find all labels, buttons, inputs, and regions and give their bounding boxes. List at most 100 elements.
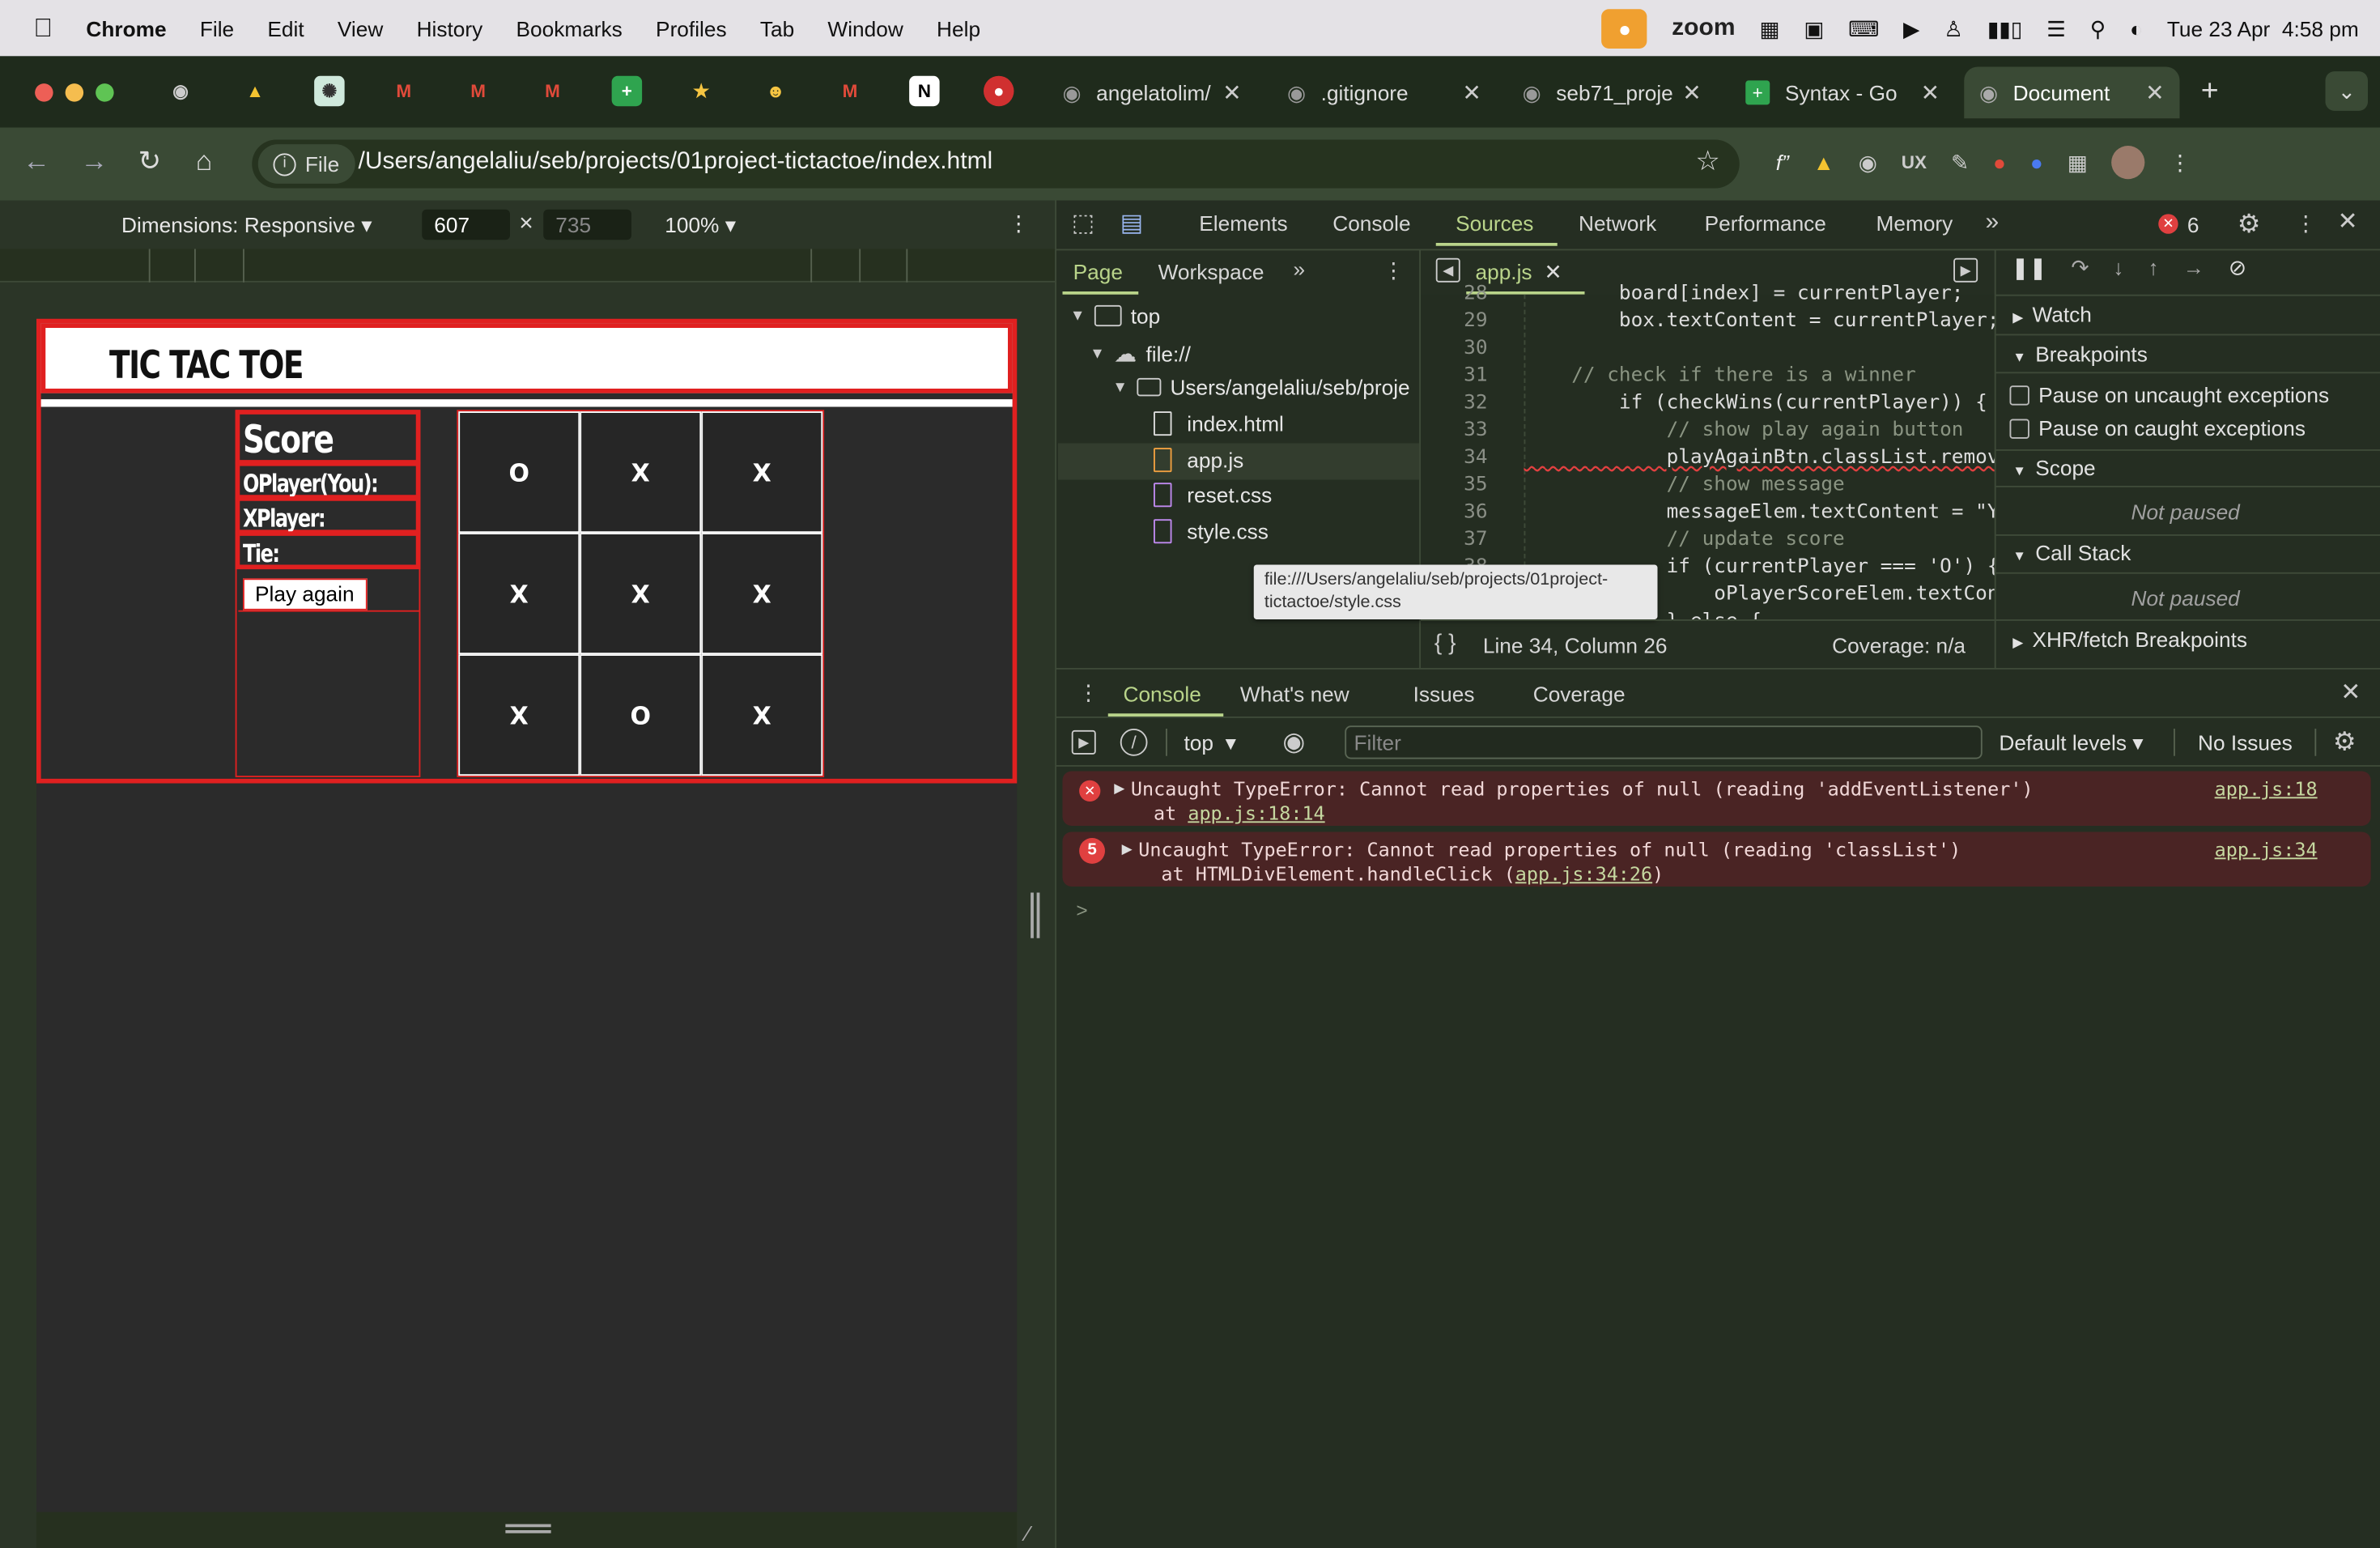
toggle-debugger-icon[interactable]: ▶ [1953,257,1978,283]
red-ext-icon[interactable]: ● [1993,152,2006,173]
drawer-menu-icon[interactable]: ⋮ [1077,682,1099,703]
scope-section[interactable]: ▼ Scope [2012,456,2095,480]
nav-more-icon[interactable]: » [1294,258,1306,279]
zoom-dropdown[interactable]: 100% ▾ [665,213,736,239]
height-input[interactable]: 735 [543,209,631,240]
resize-handle-bottom-icon[interactable] [505,1524,551,1533]
tree-file-index[interactable]: index.html [1154,411,1284,436]
tab-memory[interactable]: Memory [1876,211,1953,236]
tab-console[interactable]: Console [1332,211,1410,236]
step-out-icon[interactable]: ↑ [2148,257,2159,278]
tree-origin[interactable]: ▼ ☁ file:// [1090,340,1191,368]
dimensions-dropdown[interactable]: Dimensions: Responsive ▾ [121,213,372,239]
step-into-icon[interactable]: ↓ [2113,257,2123,278]
drawer-tab-coverage[interactable]: Coverage [1533,682,1626,706]
tab-document[interactable]: ◉ Document ✕ [1964,66,2180,119]
board-cell-2[interactable]: X [701,411,823,534]
forward-icon[interactable]: → [80,146,108,177]
pinned-tab-chatgpt-icon[interactable]: ✺ [314,75,345,107]
formula-ext-icon[interactable]: f” [1776,152,1789,173]
wifi-icon[interactable]: ☰ [2046,18,2066,39]
stack-link[interactable]: app.js:34:26 [1515,862,1652,885]
step-over-icon[interactable]: ↷ [2071,257,2089,278]
pinned-tab-gmail-icon[interactable]: M [389,76,419,107]
battery-icon[interactable]: ▮▮▯ [1987,18,2022,39]
play-again-button[interactable]: Play again [243,578,368,610]
watch-section[interactable]: ▶ Watch [2012,302,2092,326]
breakpoints-section[interactable]: ▼ Breakpoints [2012,342,2148,366]
pause-caught-checkbox[interactable] [2009,418,2029,438]
drawer-tab-whats-new[interactable]: What's new [1240,682,1349,706]
drawer-tab-issues[interactable]: Issues [1413,682,1475,706]
menu-history[interactable]: History [417,16,483,40]
step-icon[interactable]: → [2183,257,2204,278]
tab-sources[interactable]: Sources [1456,211,1533,236]
window-minimize-icon[interactable] [65,83,84,102]
board-cell-3[interactable]: X [458,533,580,655]
board-cell-8[interactable]: X [701,654,823,776]
live-expression-eye-icon[interactable]: ◉ [1282,729,1305,755]
menu-edit[interactable]: Edit [267,16,304,40]
puzzle-ext-icon[interactable]: ▦ [2068,152,2088,173]
nav-tab-page[interactable]: Page [1073,260,1123,284]
console-sidebar-icon[interactable]: ▶ [1071,729,1096,755]
tree-file-reset[interactable]: reset.css [1154,483,1272,508]
pinned-tab-notion-icon[interactable]: N [909,75,940,107]
tab-search-icon[interactable]: ⌄ [2325,71,2368,111]
drive-ext-icon[interactable]: ▲ [1813,152,1834,173]
control-center-icon[interactable]: ◐ [2130,18,2143,39]
home-icon[interactable]: ⌂ [196,146,212,177]
console-error-row[interactable]: 5 ▶ Uncaught TypeError: Cannot read prop… [1062,831,2371,887]
tab-close-icon[interactable]: ✕ [1462,79,1481,106]
menu-app-name[interactable]: Chrome [86,16,166,40]
editor-tab-app-js[interactable]: app.js ✕ [1476,260,1562,284]
tree-file-app[interactable]: app.js [1154,448,1243,473]
pinned-tab-red-icon[interactable]: ● [984,75,1014,107]
keyboard-icon[interactable]: ⌨ [1848,18,1879,39]
device-more-icon[interactable]: ⋮ [1008,213,1029,234]
zoom-label[interactable]: zoom [1672,15,1735,42]
search-icon[interactable]: ⚲ [2090,18,2106,39]
window-close-icon[interactable] [35,83,53,102]
inspect-element-icon[interactable]: ⬚ [1072,212,1094,237]
error-badge-icon[interactable]: ✕ [2158,214,2178,234]
pinned-tab-gmail-icon-4[interactable]: M [835,76,865,107]
error-source-link[interactable]: app.js:18 [2215,777,2318,800]
tree-top[interactable]: ▼ top [1070,304,1160,328]
blue-ext-icon[interactable]: ● [2030,152,2043,173]
pause-uncaught-row[interactable]: Pause on uncaught exceptions [2009,383,2329,407]
menu-file[interactable]: File [200,16,234,40]
microphone-icon[interactable]: ● [1601,8,1648,49]
pinned-tab-sheets-icon[interactable]: + [611,75,643,107]
reload-icon[interactable]: ↻ [138,146,161,177]
pinned-tab-emoji-icon[interactable]: ☻ [760,76,791,107]
nav-menu-icon[interactable]: ⋮ [1383,260,1404,281]
menu-window[interactable]: Window [827,16,903,40]
board-cell-6[interactable]: X [458,654,580,776]
window-zoom-icon[interactable] [96,83,114,102]
expand-arrow-icon[interactable]: ▶ [1122,841,1133,858]
pinned-tab-drive-icon[interactable]: ▲ [240,76,270,107]
log-levels-dropdown[interactable]: Default levels ▾ [1999,730,2143,756]
tree-file-style[interactable]: style.css [1154,519,1269,544]
editor-tab-close-icon[interactable]: ✕ [1545,262,1562,283]
pen-ext-icon[interactable]: ✎ [1951,152,1969,173]
pause-uncaught-checkbox[interactable] [2009,385,2029,405]
context-selector[interactable]: top ▾ [1184,730,1236,756]
error-count[interactable]: 6 [2187,213,2199,237]
toggle-navigator-icon[interactable]: ◀ [1435,257,1460,283]
bookmark-star-icon[interactable]: ☆ [1695,147,1719,175]
tab-gitignore[interactable]: ◉ .gitignore ✕ [1272,67,1497,119]
width-input[interactable]: 607 [422,209,510,240]
pretty-print-icon[interactable]: { } [1434,632,1456,654]
drawer-tab-console[interactable]: Console [1124,682,1201,706]
tab-close-icon[interactable]: ✕ [1682,79,1702,106]
tab-github-1[interactable]: ◉ angelatolim/ ✕ [1048,67,1257,119]
datetime[interactable]: Tue 23 Apr 4:58 pm [2167,16,2359,40]
devtools-menu-icon[interactable]: ⋮ [2295,213,2316,234]
board-cell-5[interactable]: X [701,533,823,655]
board-cell-0[interactable]: O [458,411,580,534]
devtools-close-icon[interactable]: ✕ [2338,211,2358,236]
menu-view[interactable]: View [338,16,383,40]
url-text[interactable]: /Users/angelaliu/seb/projects/01project-… [359,149,993,176]
